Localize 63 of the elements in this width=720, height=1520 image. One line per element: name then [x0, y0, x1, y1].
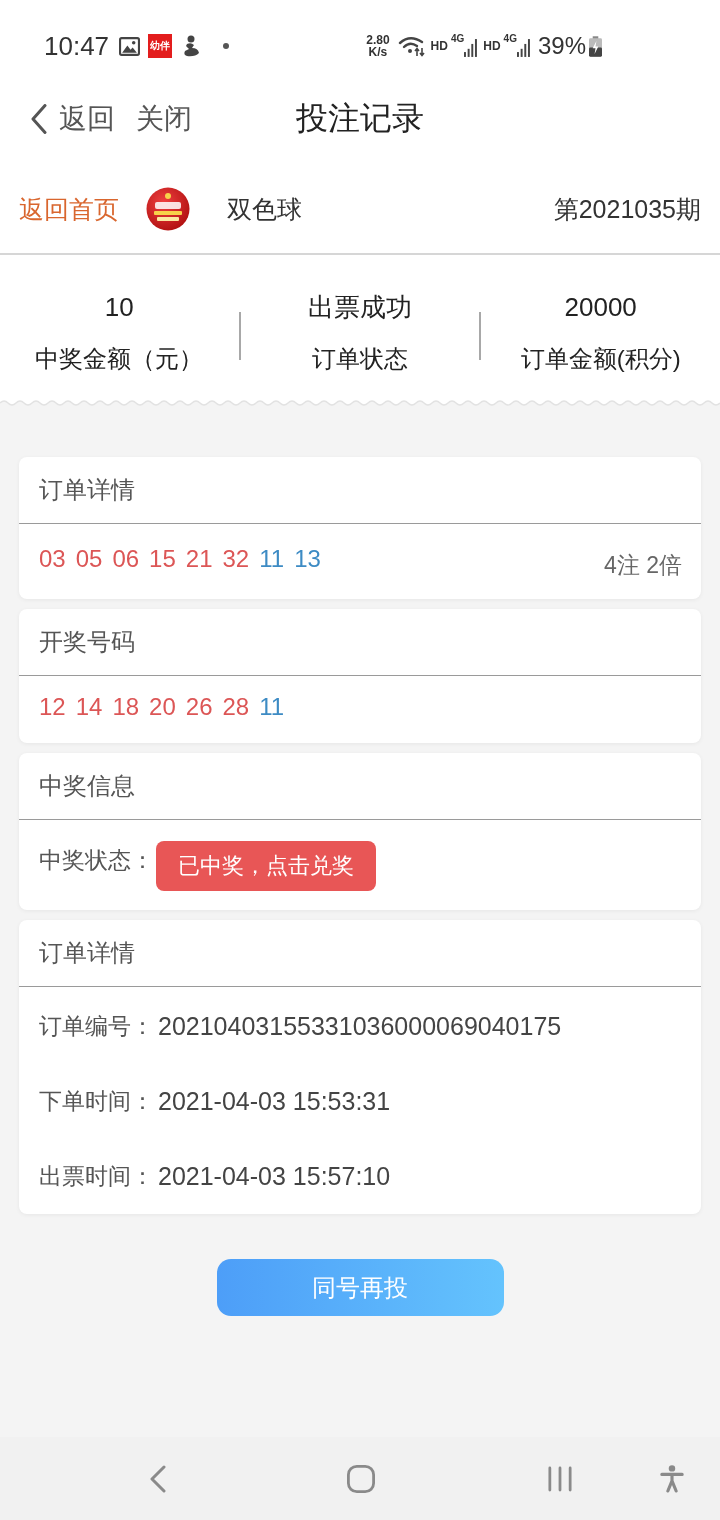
ball-number: 15 [149, 544, 176, 573]
ball-number: 21 [185, 544, 213, 573]
wifi-icon [397, 35, 426, 57]
lottery-name: 双色球 [227, 193, 302, 225]
speed-value: 2.80 [366, 34, 390, 46]
accessibility-icon[interactable] [660, 1463, 684, 1494]
image-icon [119, 36, 141, 56]
ball-number: 13 [294, 544, 321, 573]
signal-icon [516, 37, 530, 58]
summary-label: 订单状态 [312, 344, 408, 374]
ball-number: 06 [112, 544, 140, 573]
notification-badge: 幼伴 [148, 34, 173, 58]
back-button[interactable]: 返回 [31, 100, 115, 138]
summary-value: 10 [104, 291, 134, 324]
ball-number: 14 [75, 692, 103, 721]
card-title: 订单详情 [39, 938, 135, 968]
home-icon[interactable] [347, 1464, 375, 1493]
network-type-label: 4G [450, 32, 465, 44]
ball-number: 03 [39, 544, 66, 573]
back-icon[interactable] [150, 1464, 166, 1493]
field-label: 出票时间： [39, 1162, 154, 1191]
page-title: 投注记录 [296, 99, 424, 138]
ball-number: 11 [259, 544, 285, 573]
field-value: 20210403155331036000069040175 [158, 1012, 562, 1041]
hd-label: HD [430, 39, 448, 53]
person-icon [181, 35, 202, 57]
ball-number: 12 [39, 692, 66, 721]
signal-icon [464, 37, 478, 58]
repeat-bet-button[interactable]: 同号再投 [216, 1259, 504, 1316]
recent-apps-icon[interactable] [548, 1464, 572, 1493]
summary-label: 订单金额(积分) [520, 344, 681, 374]
ball-number: 26 [185, 692, 213, 721]
ball-number: 05 [75, 544, 103, 573]
ball-number: 11 [259, 692, 285, 721]
ball-number: 18 [112, 692, 140, 721]
battery-icon [589, 35, 602, 57]
field-value: 2021-04-03 15:53:31 [158, 1087, 391, 1116]
card-title: 开奖号码 [39, 627, 135, 657]
claim-prize-button[interactable]: 已中奖，点击兑奖 [156, 841, 376, 891]
summary-label: 中奖金额（元） [35, 344, 204, 374]
summary-value: 20000 [564, 291, 637, 324]
ball-number: 28 [222, 692, 250, 721]
field-label: 下单时间： [39, 1087, 154, 1116]
network-type-label: 4G [503, 32, 517, 44]
issue-number: 第2021035期 [553, 193, 701, 225]
field-value: 2021-04-03 15:57:10 [158, 1162, 391, 1191]
bet-multiplier: 4注 2倍 [604, 551, 682, 580]
ball-number: 20 [149, 692, 176, 721]
dot-icon [223, 43, 230, 49]
card-title: 中奖信息 [39, 771, 135, 801]
chevron-left-icon [31, 104, 47, 134]
field-label: 订单编号： [39, 1012, 154, 1041]
summary-value: 出票成功 [308, 291, 412, 324]
close-button[interactable]: 关闭 [136, 100, 192, 138]
home-link[interactable]: 返回首页 [19, 192, 119, 226]
clock-time: 10:47 [44, 30, 110, 62]
ball-number: 32 [222, 544, 250, 573]
card-title: 订单详情 [39, 475, 135, 505]
battery-percent: 39% [537, 32, 586, 60]
speed-unit: K/s [368, 46, 388, 58]
field-label: 中奖状态： [39, 846, 154, 875]
hd-label: HD [483, 39, 501, 53]
logo-icon [146, 187, 190, 231]
